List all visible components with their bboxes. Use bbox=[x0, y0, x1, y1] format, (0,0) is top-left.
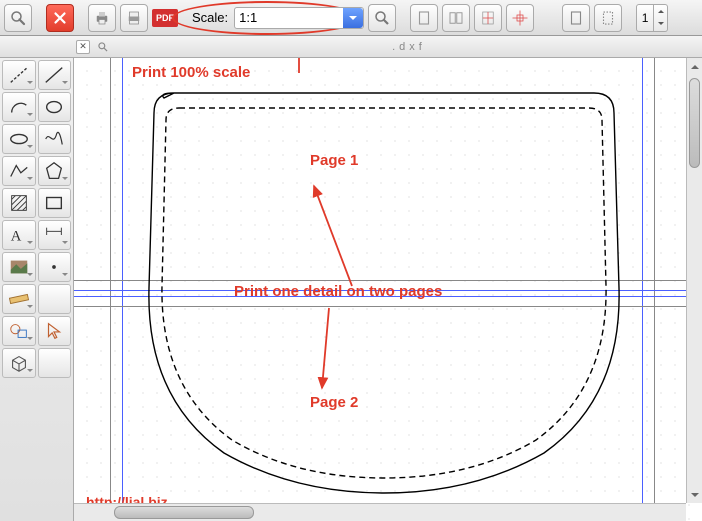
page-setup-button[interactable] bbox=[120, 4, 148, 32]
vscroll-thumb[interactable] bbox=[689, 78, 700, 168]
tab-zoom-icon bbox=[96, 40, 110, 54]
svg-text:A: A bbox=[11, 229, 22, 245]
scale-value: 1:1 bbox=[239, 10, 257, 25]
hatch-tool[interactable] bbox=[2, 188, 36, 218]
pdf-button[interactable]: PDF bbox=[152, 9, 178, 27]
tool-palette: A bbox=[0, 58, 74, 521]
horizontal-scrollbar[interactable] bbox=[74, 503, 686, 521]
polyline-icon bbox=[7, 160, 31, 182]
zoom-fit-icon bbox=[373, 9, 391, 27]
close-button[interactable] bbox=[46, 4, 74, 32]
printer-icon bbox=[125, 9, 143, 27]
step-up-icon bbox=[654, 5, 667, 18]
empty-tool-2 bbox=[38, 348, 72, 378]
file-tab-bar: ✕ .dxf bbox=[0, 36, 702, 58]
top-toolbar: PDF Scale: 1:1 bbox=[0, 0, 702, 36]
polyline-tool[interactable] bbox=[2, 156, 36, 186]
hatch-icon bbox=[7, 192, 31, 214]
rect-icon bbox=[42, 192, 66, 214]
drawing-shape bbox=[74, 58, 702, 521]
print-button[interactable] bbox=[88, 4, 116, 32]
zoom-icon bbox=[9, 9, 27, 27]
fit-zoom-button[interactable] bbox=[368, 4, 396, 32]
spline-tool[interactable] bbox=[38, 124, 72, 154]
circle-tool[interactable] bbox=[38, 92, 72, 122]
two-page-icon bbox=[447, 9, 465, 27]
text-icon: A bbox=[7, 224, 31, 246]
spline-icon bbox=[42, 128, 66, 150]
arc-tool[interactable] bbox=[2, 92, 36, 122]
page-dashed-icon bbox=[599, 9, 617, 27]
scale-dropdown[interactable]: 1:1 bbox=[234, 7, 364, 29]
tab-close-button[interactable]: ✕ bbox=[76, 40, 90, 54]
page-crosshair-icon bbox=[479, 9, 497, 27]
crosshair-target-button[interactable] bbox=[506, 4, 534, 32]
ellipse-icon bbox=[7, 128, 31, 150]
polygon-tool[interactable] bbox=[38, 156, 72, 186]
page-icon bbox=[567, 9, 585, 27]
ruler-icon bbox=[7, 288, 31, 310]
dimension-tool[interactable] bbox=[38, 220, 72, 250]
ellipse-tool[interactable] bbox=[2, 124, 36, 154]
pointer-tool[interactable] bbox=[38, 316, 72, 346]
page-crosshair-button[interactable] bbox=[474, 4, 502, 32]
ruler-tool[interactable] bbox=[2, 284, 36, 314]
text-tool[interactable]: A bbox=[2, 220, 36, 250]
vertical-scrollbar[interactable] bbox=[686, 58, 702, 503]
view-single-page-button[interactable] bbox=[410, 4, 438, 32]
point-tool[interactable] bbox=[38, 252, 72, 282]
page-stepper[interactable]: 1 bbox=[636, 4, 668, 32]
polygon-icon bbox=[42, 160, 66, 182]
rect-tool[interactable] bbox=[38, 188, 72, 218]
image-tool[interactable] bbox=[2, 252, 36, 282]
stepper-value: 1 bbox=[636, 4, 654, 32]
empty-tool-1 bbox=[38, 284, 72, 314]
scroll-up-icon[interactable] bbox=[687, 58, 702, 74]
scroll-down-icon[interactable] bbox=[687, 487, 702, 503]
file-tab-name[interactable]: .dxf bbox=[116, 41, 702, 53]
page-dashed-button[interactable] bbox=[594, 4, 622, 32]
line-dashed-icon bbox=[7, 64, 31, 86]
pointer-icon bbox=[42, 320, 66, 342]
cube-tool[interactable] bbox=[2, 348, 36, 378]
circle-icon bbox=[42, 96, 66, 118]
shapes-icon bbox=[7, 320, 31, 342]
line-tool[interactable] bbox=[38, 60, 72, 90]
view-two-page-button[interactable] bbox=[442, 4, 470, 32]
canvas[interactable]: Print 100% scale Page 1 Page 2 Print one… bbox=[74, 58, 702, 521]
image-icon bbox=[7, 256, 31, 278]
close-icon bbox=[51, 9, 69, 27]
chevron-down-icon bbox=[343, 8, 363, 28]
page-solid-button[interactable] bbox=[562, 4, 590, 32]
shapes-tool[interactable] bbox=[2, 316, 36, 346]
line-dashed-tool[interactable] bbox=[2, 60, 36, 90]
point-icon bbox=[42, 256, 66, 278]
dimension-icon bbox=[42, 224, 66, 246]
arc-icon bbox=[7, 96, 31, 118]
line-icon bbox=[42, 64, 66, 86]
step-down-icon bbox=[654, 18, 667, 31]
hscroll-thumb[interactable] bbox=[114, 506, 254, 519]
print-icon bbox=[93, 9, 111, 27]
single-page-icon bbox=[415, 9, 433, 27]
scale-label: Scale: bbox=[192, 10, 228, 25]
cube-icon bbox=[7, 352, 31, 374]
crosshair-target-icon bbox=[511, 9, 529, 27]
zoom-button[interactable] bbox=[4, 4, 32, 32]
